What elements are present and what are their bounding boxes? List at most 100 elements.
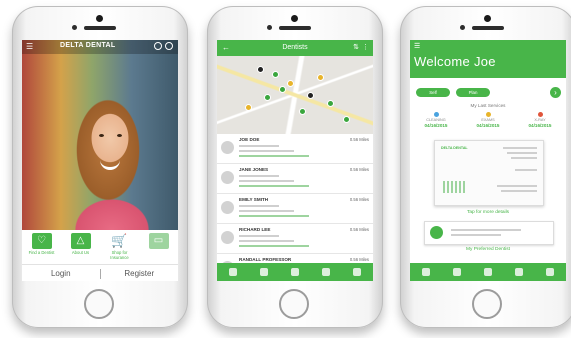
dentist-list: JOE DOE 0.56 Miles JANE JONES 0.56 Miles… [217,134,373,263]
dentist-name: JANE JONES [239,167,269,172]
brand-logo: DELTA DENTAL [60,42,116,49]
proximity-sensor [267,25,272,30]
tap-for-details-link[interactable]: Tap for more details [410,210,566,215]
proximity-sensor [460,25,465,30]
register-button[interactable]: Register [101,269,179,278]
map-pin[interactable] [343,116,350,123]
detail-line [451,234,501,236]
id-card-icon[interactable] [290,268,299,276]
home-icon[interactable] [421,268,430,276]
more-vert-icon[interactable]: ⋮ [362,43,369,51]
home-button[interactable] [472,289,502,319]
dentist-name: RANDALL PROFESSOR [239,257,292,262]
map-pin[interactable] [245,104,252,111]
map-icon[interactable] [228,268,237,276]
service-date: 04/16/2015 [476,123,500,128]
map-pin[interactable] [287,80,294,87]
service-date: 04/16/2015 [424,123,448,128]
home-screen: ☰ DELTA DENTAL ♡ Find a Dentist △ About … [22,40,178,281]
id-card-icon[interactable] [483,268,492,276]
service-label: X-RAY [534,118,546,122]
map-pin[interactable] [272,71,279,78]
more-icon[interactable] [546,268,555,276]
detail-line [239,155,309,157]
phone-dashboard: ☰ Welcome Joe Self Plan › My Last Servic… [400,6,571,328]
map-pin[interactable] [299,108,306,115]
front-camera [484,15,491,22]
page-title: Dentists [282,44,308,51]
bookmark-icon[interactable] [259,268,268,276]
service-cleaning[interactable]: CLEANING 04/16/2015 [414,112,458,128]
service-exams[interactable]: EXAMS 04/16/2015 [466,112,510,128]
xray-icon [537,112,543,117]
id-card-tile[interactable]: ▭ [142,233,176,250]
shop-insurance-tile[interactable]: 🛒 Shop for Insurance [103,233,137,260]
preferred-dentist-card[interactable] [424,221,554,245]
welcome-header: ☰ Welcome Joe [410,40,566,78]
toggle-plan[interactable]: Plan [456,88,490,97]
map-pin[interactable] [279,86,286,93]
front-camera [96,15,103,22]
about-us-tile[interactable]: △ About Us [64,233,98,255]
list-item[interactable]: RICHARD LEE 0.56 Miles [217,224,373,254]
map-pin[interactable] [257,66,264,73]
proximity-sensor [72,25,77,30]
map-pin[interactable] [327,100,334,107]
page-title: Welcome Joe [414,54,496,69]
home-button[interactable] [279,289,309,319]
map-view[interactable] [217,56,373,134]
info-icon[interactable] [154,42,162,50]
map-pin[interactable] [317,74,324,81]
hamburger-icon[interactable]: ☰ [26,43,34,51]
exam-icon [485,112,491,117]
phone-home: ☰ DELTA DENTAL ♡ Find a Dentist △ About … [12,6,188,328]
find-dentist-tile[interactable]: ♡ Find a Dentist [25,233,59,255]
filter-icon[interactable]: ⇅ [353,43,359,51]
app-bar: ← Dentists ⇅ ⋮ [217,40,373,56]
detail-line [239,210,294,212]
preferred-dentist-label: My Preferred Dentist [466,247,510,252]
detail-line [239,180,294,182]
detail-line [239,205,279,207]
distance: 0.56 Miles [349,137,369,142]
speaker-grille [84,26,116,30]
dentist-name: RICHARD LEE [239,227,271,232]
card-brand: DELTA DENTAL [441,146,468,150]
card-line [507,152,537,154]
toggle-self[interactable]: Self [416,88,450,97]
list-item[interactable]: RANDALL PROFESSOR 0.56 Miles [217,254,373,263]
home-button[interactable] [84,289,114,319]
detail-line [239,185,309,187]
service-label: CLEANING [426,118,446,122]
hamburger-icon[interactable]: ☰ [414,42,420,50]
bottom-tab-bar [410,263,566,281]
list-item[interactable]: JOE DOE 0.56 Miles [217,134,373,164]
bottom-tab-bar [217,263,373,281]
more-icon[interactable] [353,268,362,276]
hero-photo-eye [99,134,104,137]
hero-photo [22,40,178,230]
tile-label: Shop for Insurance [110,250,129,260]
find-dentist-icon[interactable] [452,268,461,276]
cleaning-icon [433,112,439,117]
detail-line [239,215,309,217]
card-barcode [443,181,465,193]
settings-icon[interactable] [515,268,524,276]
distance: 0.56 Miles [349,197,369,202]
dentist-icon [430,226,443,239]
front-camera [291,15,298,22]
settings-icon[interactable] [322,268,331,276]
service-xray[interactable]: X-RAY 04/16/2015 [518,112,562,128]
map-pin[interactable] [307,92,314,99]
map-pin[interactable] [264,94,271,101]
card-line [511,157,537,159]
list-item[interactable]: EMILY SMITH 0.56 Miles [217,194,373,224]
help-icon[interactable] [165,42,173,50]
dentist-name: JOE DOE [239,137,260,142]
list-item[interactable]: JANE JONES 0.56 Miles [217,164,373,194]
speaker-grille [472,26,504,30]
distance: 0.56 Miles [349,227,369,232]
login-button[interactable]: Login [22,269,100,278]
add-button[interactable]: › [550,87,561,98]
id-card[interactable]: DELTA DENTAL [434,140,544,206]
